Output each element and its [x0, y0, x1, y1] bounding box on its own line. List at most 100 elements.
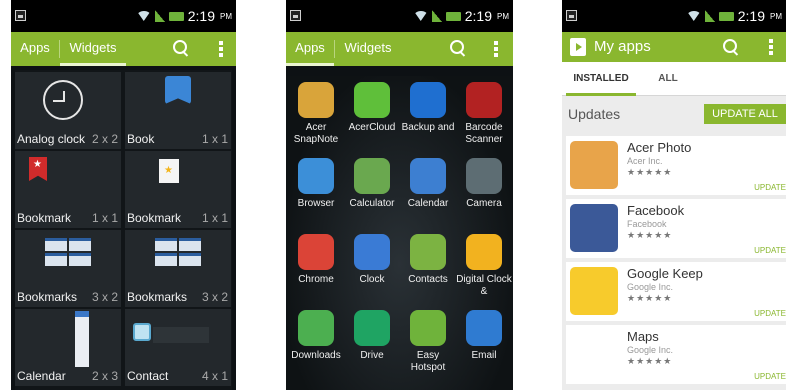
update-label[interactable]: UPDATE — [754, 183, 786, 192]
app-item[interactable]: Digital Clock & — [456, 234, 512, 298]
app-label: Camera — [466, 198, 502, 209]
tab-widgets[interactable]: Widgets — [60, 32, 126, 66]
app-item[interactable]: Camera — [456, 158, 512, 210]
app-developer: Google Inc. — [627, 282, 674, 292]
wifi-icon — [686, 11, 701, 21]
app-item[interactable]: Backup and — [400, 82, 456, 134]
app-label: Clock — [359, 274, 385, 285]
play-store-icon[interactable] — [570, 38, 586, 56]
widget-size: 3 x 2 — [201, 290, 228, 304]
app-name: Facebook — [627, 203, 685, 218]
widget-name: Bookmarks — [127, 290, 188, 304]
wifi-icon — [413, 11, 428, 21]
app-label: Downloads — [291, 350, 341, 361]
cloud-icon — [354, 82, 390, 118]
widget-size: 2 x 2 — [91, 132, 118, 146]
notification-image-icon — [566, 10, 577, 21]
clock-icon — [43, 80, 83, 120]
status-bar: 2:19 PM — [562, 0, 786, 32]
apps-grid: Acer SnapNote AcerCloud Backup and Barcode … — [286, 76, 513, 390]
search-icon[interactable] — [172, 39, 190, 57]
download-icon — [298, 310, 334, 346]
widgets-grid: Analog clock 2 x 2 Book 1 x 1 Bookmark 1… — [15, 70, 232, 390]
battery-icon — [718, 11, 734, 21]
apps-screen: 2:19 PM Apps Widgets Acer SnapNote AcerClo… — [286, 0, 513, 390]
tab-all[interactable]: ALL — [648, 62, 688, 96]
overflow-menu-icon[interactable] — [494, 41, 498, 57]
clock-app-icon — [354, 234, 390, 270]
app-update-card[interactable]: Facebook Facebook ★★★★★ UPDATE — [566, 199, 786, 258]
hotspot-icon — [410, 310, 446, 346]
widget-bookmarks[interactable]: Bookmarks 3 x 2 — [15, 230, 121, 307]
signal-icon — [154, 10, 165, 22]
app-rating: ★★★★★ — [627, 293, 673, 303]
app-label: Easy Hotspot — [410, 350, 446, 373]
app-label: Email — [471, 350, 497, 361]
app-item[interactable]: Easy Hotspot — [400, 310, 456, 374]
contact-thumbnail — [133, 323, 151, 341]
status-ampm: PM — [220, 11, 232, 21]
acer-photo-icon — [570, 141, 618, 189]
app-update-card[interactable]: Acer Photo Acer Inc. ★★★★★ UPDATE — [566, 136, 786, 195]
my-apps-tabs: INSTALLED ALL — [562, 62, 786, 96]
widget-contact[interactable]: Contact 4 x 1 — [125, 309, 231, 386]
widget-calendar[interactable]: Calendar 2 x 3 — [15, 309, 121, 386]
app-item[interactable]: AcerCloud — [344, 82, 400, 134]
overflow-menu-icon[interactable] — [769, 39, 773, 55]
barcode-icon — [466, 82, 502, 118]
status-time: 2:19 — [187, 8, 215, 24]
app-label: Contacts — [408, 274, 448, 285]
widget-size: 1 x 1 — [201, 211, 228, 225]
tab-widgets[interactable]: Widgets — [335, 32, 401, 66]
widget-analog-clock[interactable]: Analog clock 2 x 2 — [15, 72, 121, 149]
tab-installed[interactable]: INSTALLED — [566, 62, 636, 96]
widget-size: 1 x 1 — [201, 132, 228, 146]
widget-bookmark[interactable]: Bookmark 1 x 1 — [15, 151, 121, 228]
update-label[interactable]: UPDATE — [754, 309, 786, 318]
app-name: Google Keep — [627, 266, 703, 281]
app-drawer-tabs: Apps Widgets — [11, 32, 236, 66]
app-label: AcerCloud — [348, 122, 396, 133]
widget-name: Calendar — [17, 369, 66, 383]
status-time: 2:19 — [464, 8, 492, 24]
bookmarks-thumbnails — [45, 238, 91, 266]
update-label[interactable]: UPDATE — [754, 372, 786, 381]
bookmark-icon — [29, 157, 47, 181]
app-item[interactable]: Clock — [344, 234, 400, 286]
search-icon[interactable] — [449, 39, 467, 57]
app-item[interactable]: Chrome — [288, 234, 344, 286]
battery-icon — [445, 11, 461, 21]
widget-name: Analog clock — [17, 132, 86, 146]
updates-header: Updates UPDATE ALL — [562, 96, 786, 132]
app-item[interactable]: Acer SnapNote — [288, 82, 344, 146]
widget-bookmarks-2[interactable]: Bookmarks 3 x 2 — [125, 230, 231, 307]
widget-size: 4 x 1 — [201, 369, 228, 383]
app-label: Drive — [360, 350, 384, 361]
app-item[interactable]: Email — [456, 310, 512, 362]
app-item[interactable]: Drive — [344, 310, 400, 362]
app-item[interactable]: Calendar — [400, 158, 456, 210]
app-item[interactable]: Barcode Scanner — [456, 82, 512, 146]
app-item[interactable]: Downloads — [288, 310, 344, 362]
widget-bookmark-2[interactable]: Bookmark 1 x 1 — [125, 151, 231, 228]
app-item[interactable]: Browser — [288, 158, 344, 210]
app-update-card[interactable]: Maps Google Inc. ★★★★★ UPDATE — [566, 325, 786, 384]
app-developer: Facebook — [627, 219, 667, 229]
app-item[interactable]: Contacts — [400, 234, 456, 286]
globe-icon — [298, 158, 334, 194]
update-label[interactable]: UPDATE — [754, 246, 786, 255]
my-apps-screen: 2:19 PM My apps INSTALLED ALL Updates UPD… — [562, 0, 786, 390]
app-item[interactable]: Calculator — [344, 158, 400, 210]
tab-apps[interactable]: Apps — [286, 32, 334, 66]
backup-icon — [410, 82, 446, 118]
app-label: Acer SnapNote — [293, 122, 339, 145]
search-icon[interactable] — [722, 38, 740, 56]
widget-book[interactable]: Book 1 x 1 — [125, 72, 231, 149]
overflow-menu-icon[interactable] — [219, 41, 223, 57]
camera-icon — [466, 158, 502, 194]
widgets-screen: 2:19 PM Apps Widgets Analog clock 2 x 2 B… — [11, 0, 236, 390]
app-update-card[interactable]: Google Keep Google Inc. ★★★★★ UPDATE — [566, 262, 786, 321]
update-all-button[interactable]: UPDATE ALL — [704, 104, 786, 124]
tab-apps[interactable]: Apps — [11, 32, 59, 66]
app-developer: Acer Inc. — [627, 156, 663, 166]
